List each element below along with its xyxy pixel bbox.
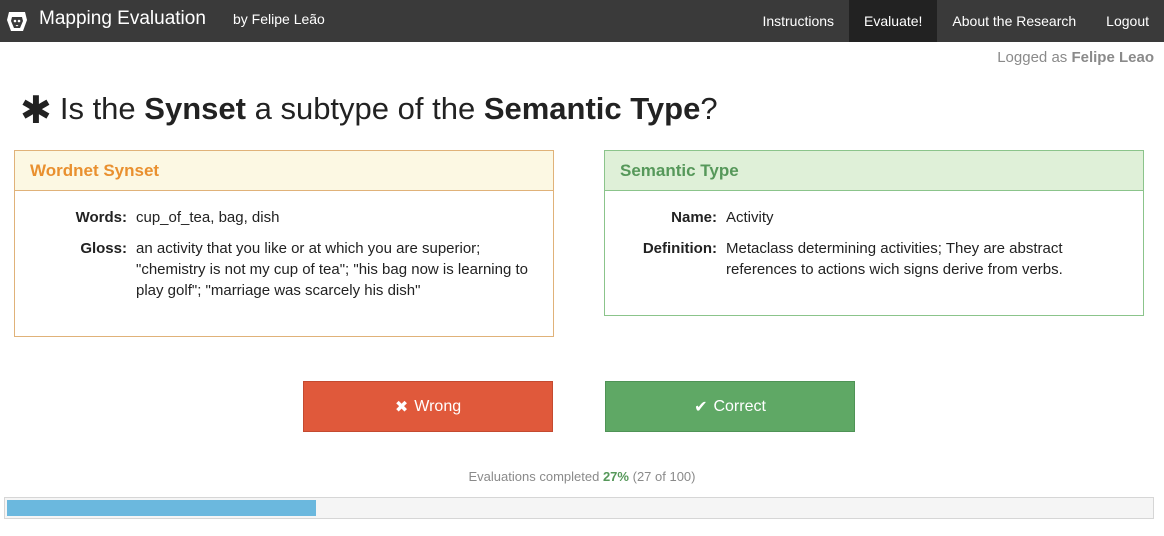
question-part2: a subtype of the [254, 91, 476, 126]
progress-text: Evaluations completed 27% (27 of 100) [0, 469, 1164, 484]
synset-words-row: Words: cup_of_tea, bag, dish [30, 207, 538, 228]
synset-panel-body: Words: cup_of_tea, bag, dish Gloss: an a… [15, 191, 553, 327]
progress-bar-track [4, 497, 1154, 519]
progress-bar-fill [7, 500, 316, 516]
progress-prefix: Evaluations completed [468, 469, 600, 484]
question-heading: ✱ Is the Synset a subtype of the Semantic… [20, 84, 718, 132]
definition-value: Metaclass determining activities; They a… [726, 240, 1063, 278]
synset-panel: Wordnet Synset Words: cup_of_tea, bag, d… [14, 150, 554, 337]
name-label: Name: [671, 209, 717, 226]
semantic-name-row: Name: Activity [620, 207, 1128, 228]
nav-item-logout[interactable]: Logout [1091, 0, 1164, 42]
nav-item-about-research[interactable]: About the Research [937, 0, 1091, 42]
app-author: by Felipe Leão [233, 11, 325, 27]
asterisk-icon: ✱ [20, 90, 52, 132]
wrong-button[interactable]: ✖ Wrong [303, 381, 553, 432]
semantic-definition-row: Definition: Metaclass determining activi… [620, 238, 1128, 280]
lion-head-icon[interactable] [6, 9, 28, 33]
gloss-value: an activity that you like or at which yo… [136, 240, 528, 299]
correct-button[interactable]: ✔ Correct [605, 381, 855, 432]
correct-button-label: Correct [713, 397, 766, 415]
nav-item-instructions[interactable]: Instructions [747, 0, 849, 42]
question-term-synset: Synset [144, 91, 246, 126]
synset-gloss-row: Gloss: an activity that you like or at w… [30, 238, 538, 301]
semantic-type-panel-body: Name: Activity Definition: Metaclass det… [605, 191, 1143, 306]
question-part1: Is the [59, 91, 136, 126]
x-icon: ✖ [394, 398, 409, 416]
nav-item-evaluate[interactable]: Evaluate! [849, 0, 938, 42]
gloss-label: Gloss: [80, 240, 127, 257]
definition-label: Definition: [642, 240, 717, 257]
question-mark: ? [700, 91, 718, 126]
logged-prefix: Logged as [997, 49, 1068, 66]
words-label: Words: [75, 209, 127, 226]
progress-count: (27 of 100) [632, 469, 696, 484]
nav-menu: Instructions Evaluate! About the Researc… [747, 0, 1164, 42]
progress-percent: 27% [602, 469, 629, 484]
app-title[interactable]: Mapping Evaluation [39, 8, 206, 30]
check-icon: ✔ [694, 398, 708, 416]
semantic-type-panel: Semantic Type Name: Activity Definition:… [604, 150, 1144, 316]
name-value: Activity [726, 209, 774, 226]
wrong-button-label: Wrong [414, 397, 462, 415]
question-term-semantic-type: Semantic Type [483, 91, 701, 126]
semantic-type-panel-heading: Semantic Type [605, 151, 1143, 191]
synset-panel-heading: Wordnet Synset [15, 151, 553, 191]
logged-username: Felipe Leao [1071, 49, 1154, 66]
top-navbar: Mapping Evaluation by Felipe Leão Instru… [0, 0, 1164, 42]
words-value: cup_of_tea, bag, dish [136, 209, 280, 226]
logged-user: Logged as Felipe Leao [997, 49, 1154, 66]
